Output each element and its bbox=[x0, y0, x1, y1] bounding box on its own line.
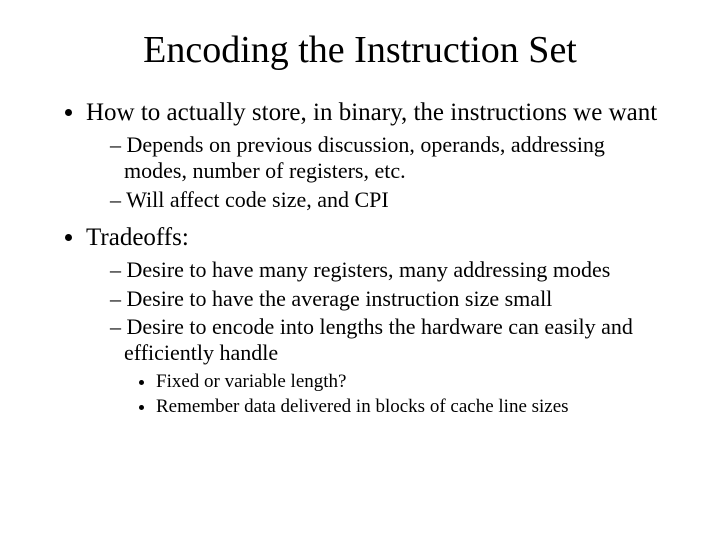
bullet-1-sub-1: Depends on previous discussion, operands… bbox=[110, 132, 662, 185]
bullet-2-sublist: Desire to have many registers, many addr… bbox=[86, 257, 662, 418]
bullet-2-sub-3-sublist: Fixed or variable length? Remember data … bbox=[124, 371, 662, 419]
bullet-2-sub-3b: Remember data delivered in blocks of cac… bbox=[156, 396, 662, 419]
slide-title: Encoding the Instruction Set bbox=[58, 28, 662, 72]
bullet-2-sub-3a: Fixed or variable length? bbox=[156, 371, 662, 394]
bullet-1-sub-2: Will affect code size, and CPI bbox=[110, 187, 662, 213]
bullet-2: Tradeoffs: Desire to have many registers… bbox=[86, 223, 662, 418]
bullet-2-sub-2: Desire to have the average instruction s… bbox=[110, 286, 662, 312]
bullet-1-sublist: Depends on previous discussion, operands… bbox=[86, 132, 662, 213]
slide: Encoding the Instruction Set How to actu… bbox=[0, 0, 720, 540]
bullet-1: How to actually store, in binary, the in… bbox=[86, 98, 662, 213]
bullet-2-sub-1: Desire to have many registers, many addr… bbox=[110, 257, 662, 283]
bullet-1-text: How to actually store, in binary, the in… bbox=[86, 99, 657, 126]
bullet-2-sub-3-text: Desire to encode into lengths the hardwa… bbox=[124, 314, 633, 365]
bullet-2-sub-3: Desire to encode into lengths the hardwa… bbox=[110, 314, 662, 418]
bullet-2-text: Tradeoffs: bbox=[86, 224, 189, 251]
bullet-list: How to actually store, in binary, the in… bbox=[58, 98, 662, 418]
